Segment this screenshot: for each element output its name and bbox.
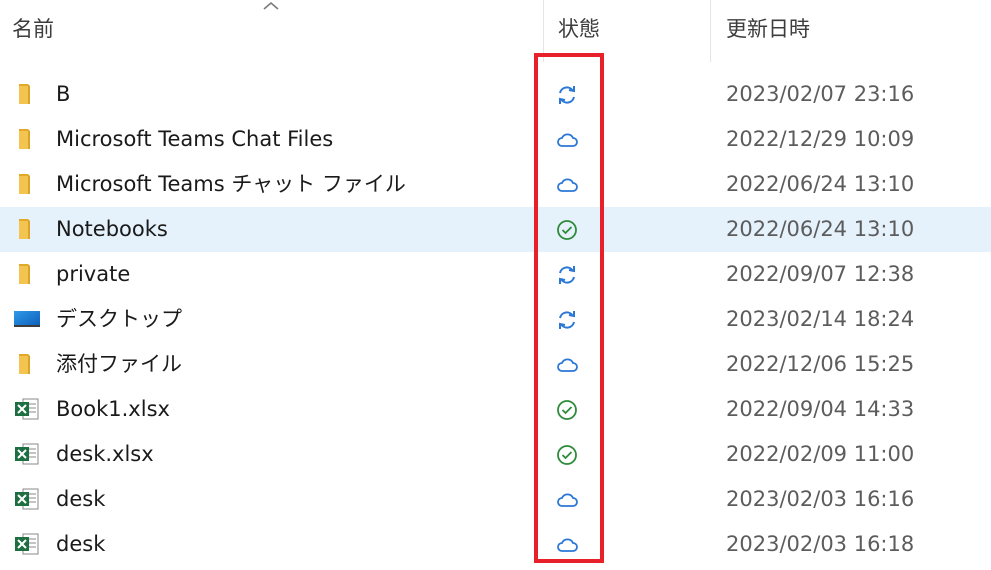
sync-icon: [555, 83, 579, 107]
file-name: desk: [56, 487, 106, 511]
file-name: デスクトップ: [56, 307, 182, 331]
file-row[interactable]: desk.xlsx 2022/02/09 11:00: [0, 432, 991, 477]
file-date-modified: 2022/09/07 12:38: [726, 262, 915, 286]
file-name: desk.xlsx: [56, 442, 154, 466]
folder-icon: [13, 216, 41, 242]
file-date-modified: 2022/09/04 14:33: [726, 397, 915, 421]
excel-icon: [13, 531, 41, 557]
desktop-icon: [13, 306, 41, 332]
file-name: desk: [56, 532, 106, 556]
folder-icon: [13, 126, 41, 152]
file-name: private: [56, 262, 131, 286]
file-row[interactable]: desk 2023/02/03 16:16: [0, 477, 991, 522]
file-name: 添付ファイル: [56, 352, 182, 376]
file-date-modified: 2022/06/24 13:10: [726, 172, 915, 196]
file-date-modified: 2022/06/24 13:10: [726, 217, 915, 241]
file-name: Microsoft Teams チャット ファイル: [56, 172, 406, 196]
file-list: B 2023/02/07 23:16 Microsoft Teams Chat Fi…: [0, 72, 991, 567]
excel-icon: [13, 396, 41, 422]
sort-ascending-icon[interactable]: [262, 0, 280, 12]
column-header-date-modified[interactable]: 更新日時: [726, 14, 810, 44]
file-name: Notebooks: [56, 217, 168, 241]
folder-icon: [13, 261, 41, 287]
check-circle-icon: [555, 218, 579, 242]
cloud-icon: [555, 128, 579, 152]
column-header-status[interactable]: 状態: [558, 14, 600, 44]
file-row[interactable]: 添付ファイル 2022/12/06 15:25: [0, 342, 991, 387]
excel-icon: [13, 441, 41, 467]
file-row[interactable]: デスクトップ 2023/02/14 18:24: [0, 297, 991, 342]
file-name: Microsoft Teams Chat Files: [56, 127, 334, 151]
sync-icon: [555, 263, 579, 287]
file-date-modified: 2023/02/03 16:18: [726, 532, 915, 556]
file-name: Book1.xlsx: [56, 397, 170, 421]
file-date-modified: 2022/12/29 10:09: [726, 127, 915, 151]
column-header: 名前 状態 更新日時: [0, 0, 991, 62]
excel-icon: [13, 486, 41, 512]
check-circle-icon: [555, 398, 579, 422]
file-date-modified: 2022/12/06 15:25: [726, 352, 915, 376]
check-circle-icon: [555, 443, 579, 467]
column-header-name[interactable]: 名前: [12, 14, 54, 44]
cloud-icon: [555, 173, 579, 197]
folder-icon: [13, 171, 41, 197]
cloud-icon: [555, 488, 579, 512]
file-row[interactable]: desk 2023/02/03 16:18: [0, 522, 991, 567]
cloud-icon: [555, 353, 579, 377]
file-row[interactable]: private 2022/09/07 12:38: [0, 252, 991, 297]
column-divider[interactable]: [710, 0, 711, 62]
cloud-icon: [555, 533, 579, 557]
file-row[interactable]: Notebooks 2022/06/24 13:10: [0, 207, 991, 252]
file-name: B: [56, 82, 71, 106]
file-date-modified: 2023/02/07 23:16: [726, 82, 915, 106]
file-row[interactable]: B 2023/02/07 23:16: [0, 72, 991, 117]
folder-icon: [13, 351, 41, 377]
sync-icon: [555, 308, 579, 332]
file-row[interactable]: Microsoft Teams Chat Files 2022/12/29 10:…: [0, 117, 991, 162]
file-row[interactable]: Microsoft Teams チャット ファイル 2022/06/24 13:1…: [0, 162, 991, 207]
folder-icon: [13, 81, 41, 107]
file-date-modified: 2022/02/09 11:00: [726, 442, 915, 466]
file-date-modified: 2023/02/03 16:16: [726, 487, 915, 511]
column-divider[interactable]: [543, 0, 544, 62]
file-row[interactable]: Book1.xlsx 2022/09/04 14:33: [0, 387, 991, 432]
file-date-modified: 2023/02/14 18:24: [726, 307, 915, 331]
